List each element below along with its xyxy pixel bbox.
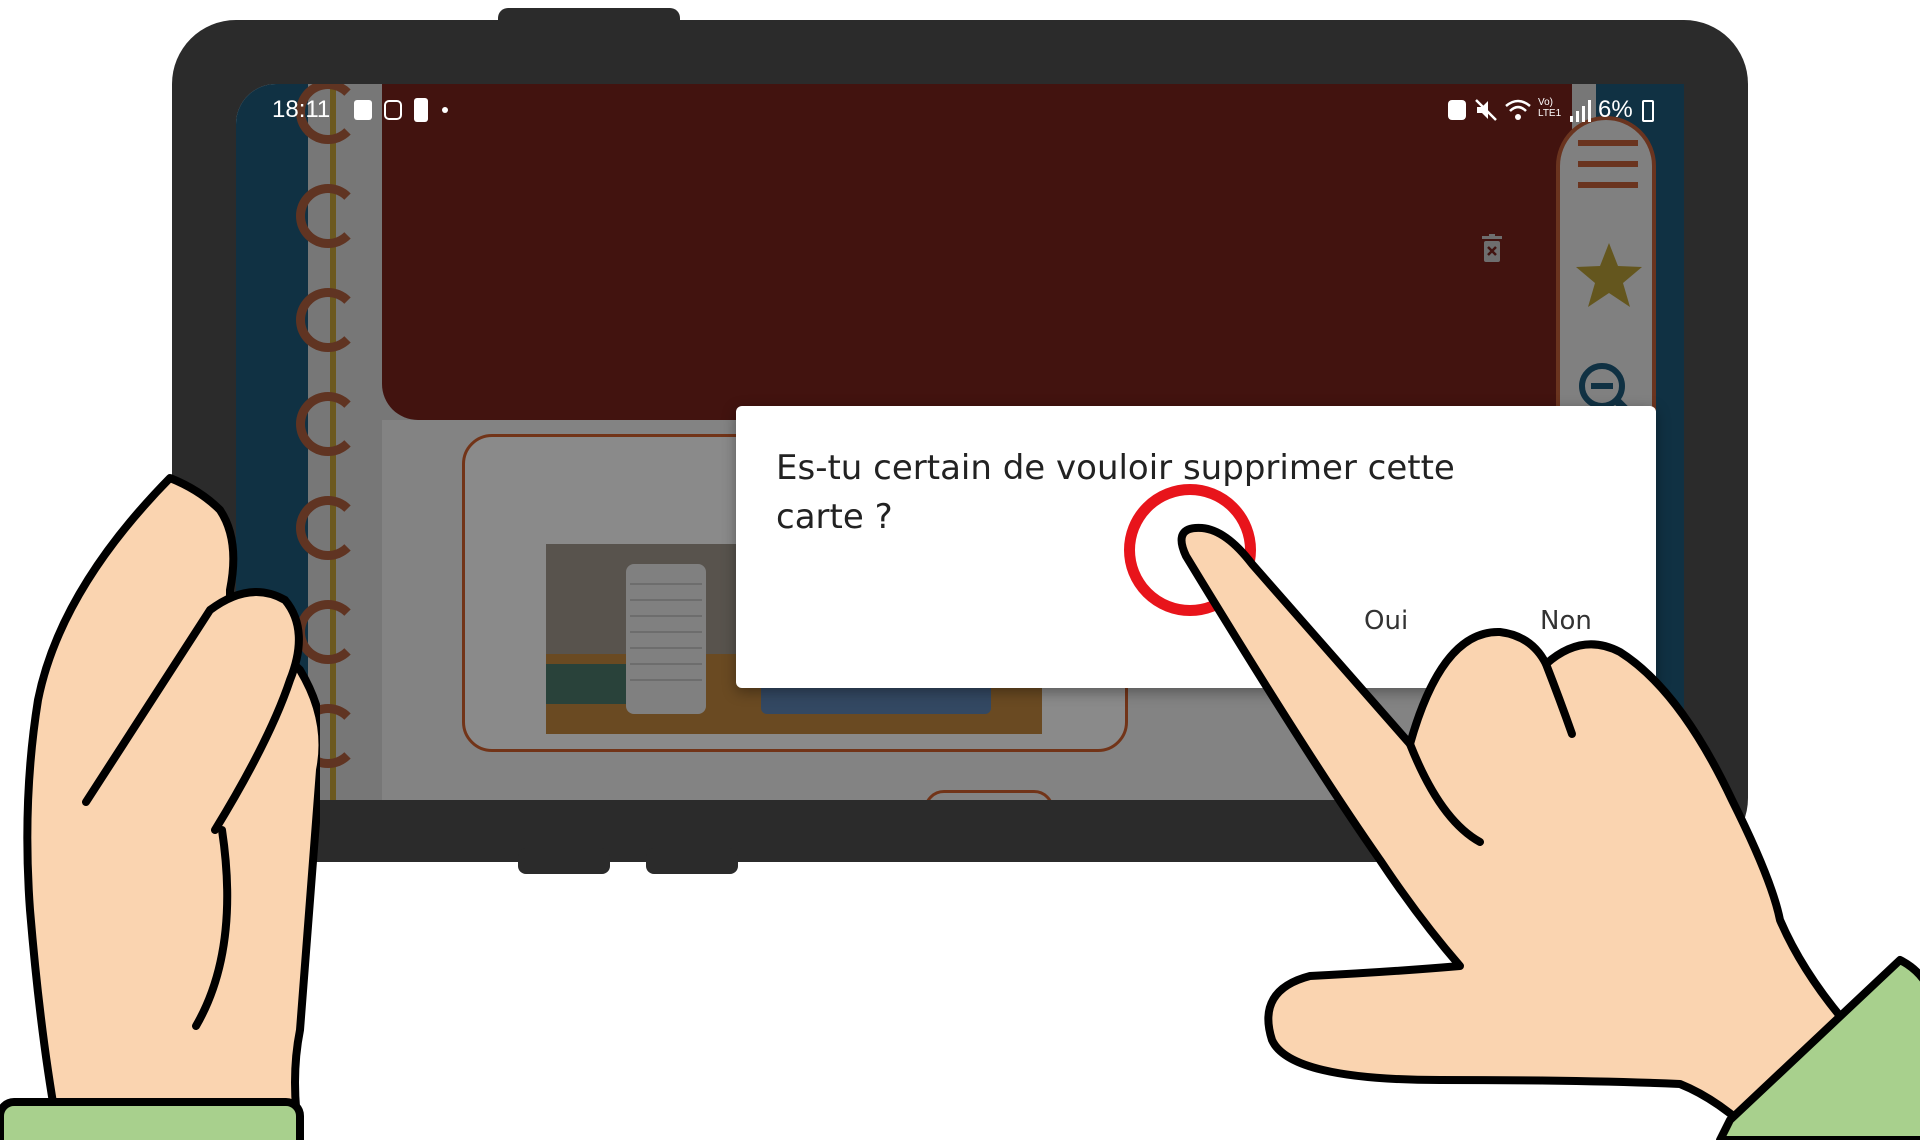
tablet-side-button: [518, 848, 610, 874]
more-notifications-icon: [442, 107, 448, 113]
mute-icon: [1475, 99, 1497, 121]
left-hand-illustration: [0, 474, 320, 1140]
alarm-icon: [1448, 100, 1466, 120]
signal-icon: [1570, 100, 1591, 122]
status-bar: 18:11 Vo) LTE1 6%: [272, 96, 1662, 126]
notification-icon: [354, 100, 372, 120]
battery-percent: 6%: [1598, 96, 1633, 123]
tablet-side-button: [646, 848, 738, 874]
status-time: 18:11: [272, 96, 331, 123]
instagram-icon: [384, 100, 402, 120]
alert-icon: [414, 98, 428, 122]
right-hand-illustration: [1177, 523, 1920, 1140]
battery-icon: [1642, 100, 1654, 122]
network-label: Vo) LTE1: [1538, 97, 1562, 119]
wifi-icon: [1505, 99, 1531, 120]
